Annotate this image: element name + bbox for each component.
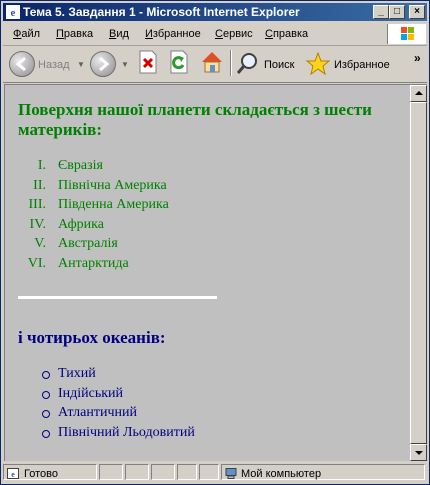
continent-name: Південна Америка (58, 197, 169, 212)
list-number: V. (34, 236, 46, 251)
status-pane-zone: Мой компьютер (221, 464, 425, 480)
circle-bullet-icon (42, 429, 50, 438)
forward-button[interactable]: ▼ (90, 49, 130, 79)
list-number: III. (28, 197, 47, 212)
continent-name: Євразія (58, 158, 103, 173)
browser-window: e Тема 5. Завдання 1 - Microsoft Interne… (0, 0, 430, 485)
maximize-button[interactable]: □ (389, 5, 405, 19)
title-bar[interactable]: e Тема 5. Завдання 1 - Microsoft Interne… (3, 3, 427, 21)
ie-logo-icon: e (6, 5, 20, 19)
my-computer-icon (225, 468, 237, 479)
continent-name: Північна Америка (58, 177, 167, 193)
minimize-button[interactable]: _ (373, 5, 389, 19)
arrow-up-icon (415, 91, 423, 95)
status-pane (177, 464, 197, 480)
page-icon: e (7, 468, 19, 479)
refresh-icon (170, 50, 188, 74)
continents-heading: Поверхня нашої планети складається з шес… (18, 100, 372, 139)
status-pane-main: e Готово (3, 464, 97, 480)
menu-help[interactable]: Справка (265, 28, 308, 40)
continent-name: Антарктида (58, 255, 129, 271)
circle-bullet-icon (42, 410, 50, 418)
ocean-name: Атлантичний (58, 405, 138, 420)
svg-text:e: e (11, 470, 15, 479)
status-pane (199, 464, 219, 480)
toolbar-overflow-chevron[interactable]: » (414, 51, 421, 65)
status-text: Готово (24, 468, 58, 480)
stop-button[interactable] (137, 49, 161, 79)
list-number: I. (37, 158, 46, 173)
back-dropdown-icon[interactable]: ▼ (77, 60, 85, 69)
toolbar-separator (230, 50, 232, 76)
stop-icon (139, 50, 157, 74)
star-icon (305, 51, 331, 76)
list-number: IV. (29, 216, 46, 232)
scroll-down-button[interactable] (410, 444, 427, 461)
status-pane (99, 464, 123, 480)
back-button[interactable]: Назад ▼ (9, 49, 85, 79)
ocean-name: Північний Льодовитий (58, 424, 195, 440)
content-frame: Поверхня нашої планети складається з шес… (4, 84, 427, 461)
menu-edit[interactable]: Правка (56, 28, 93, 40)
scrollbar-thumb[interactable] (410, 102, 427, 444)
list-number: II. (33, 177, 46, 193)
forward-dropdown-icon[interactable]: ▼ (121, 60, 129, 69)
zone-text: Мой компьютер (241, 468, 322, 480)
scroll-up-button[interactable] (410, 85, 427, 102)
window-title: Тема 5. Завдання 1 - Microsoft Internet … (23, 5, 300, 19)
circle-bullet-icon (42, 390, 50, 399)
vertical-scrollbar[interactable] (410, 85, 427, 461)
arrow-down-icon (415, 451, 423, 455)
home-button[interactable] (199, 49, 225, 79)
menu-favorites[interactable]: Избранное (145, 28, 201, 40)
status-pane (125, 464, 149, 480)
oceans-heading: і чотирьох океанів: (18, 328, 166, 347)
refresh-button[interactable] (168, 49, 192, 79)
favorites-label: Избранное (334, 59, 390, 71)
home-icon (202, 52, 222, 73)
status-pane (151, 464, 175, 480)
forward-arrow-icon (90, 51, 116, 77)
continent-name: Австралія (58, 236, 118, 251)
toolbar: Назад ▼ ▼ Поиск Избранное » (3, 46, 427, 83)
search-icon (236, 53, 257, 74)
menu-view[interactable]: Вид (109, 28, 129, 40)
close-button[interactable]: × (409, 5, 425, 19)
favorites-button[interactable]: Избранное (305, 49, 393, 79)
back-arrow-icon (9, 51, 35, 77)
search-button[interactable]: Поиск (235, 49, 297, 79)
ocean-name: Індійський (58, 385, 124, 401)
list-number: VI. (27, 255, 46, 271)
search-label: Поиск (264, 59, 295, 71)
menu-file[interactable]: Файл (13, 28, 40, 40)
page-content: Поверхня нашої планети складається з шес… (5, 85, 410, 461)
status-bar: e Готово Мой компьютер (3, 463, 427, 482)
menu-bar: Файл Правка Вид Избранное Сервис Справка (3, 23, 427, 46)
svg-text:e: e (11, 7, 16, 19)
horizontal-rule (18, 296, 217, 299)
ocean-name: Тихий (58, 366, 96, 381)
continent-name: Африка (58, 216, 104, 232)
back-label: Назад (38, 59, 70, 71)
circle-bullet-icon (42, 371, 50, 379)
menu-tools[interactable]: Сервис (215, 28, 253, 40)
windows-logo-icon (387, 24, 426, 44)
